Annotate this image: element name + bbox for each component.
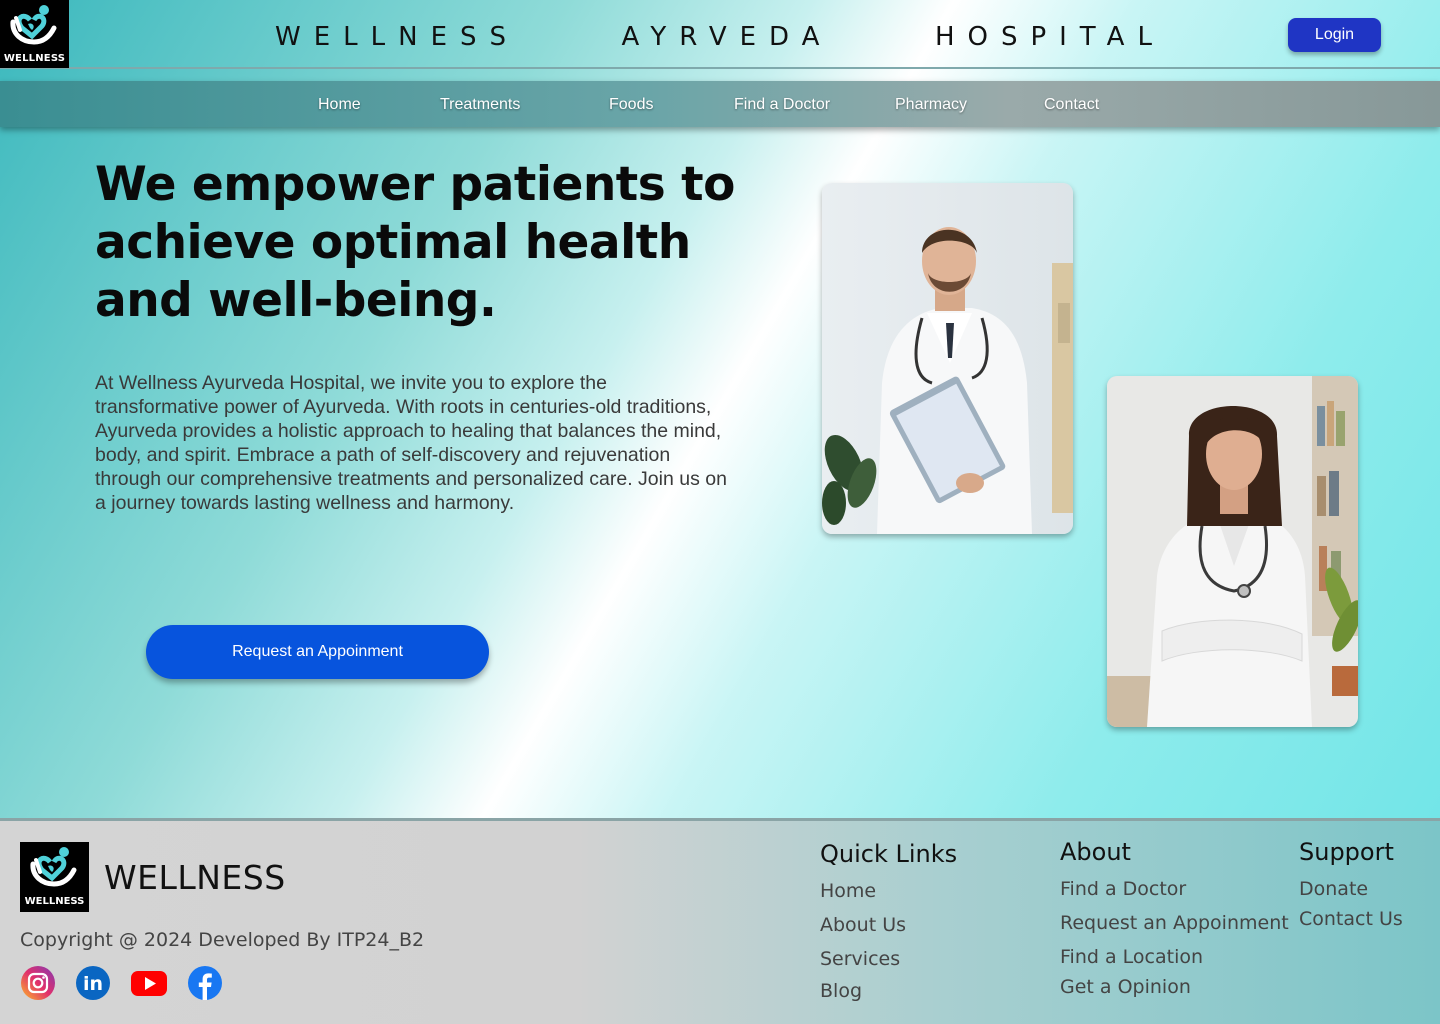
nav-item-pharmacy[interactable]: Pharmacy — [895, 96, 967, 114]
svg-text:in: in — [83, 973, 103, 995]
nav-item-foods[interactable]: Foods — [609, 96, 653, 114]
footer-link-find-a-location[interactable]: Find a Location — [1060, 946, 1203, 968]
male-doctor-photo — [822, 183, 1073, 534]
footer-link-services[interactable]: Services — [820, 948, 900, 970]
site-footer: WELLNESS WELLNESS Copyright @ 2024 Devel… — [0, 818, 1440, 1024]
footer-link-contact-us[interactable]: Contact Us — [1299, 908, 1403, 930]
site-header: WELLNESS WELLNESS AYRVEDA HOSPITAL Login — [0, 0, 1440, 69]
heart-hands-icon — [10, 5, 57, 45]
quick-links-heading: Quick Links — [820, 840, 958, 868]
nav-item-contact[interactable]: Contact — [1044, 96, 1099, 114]
footer-link-donate[interactable]: Donate — [1299, 878, 1368, 900]
female-doctor-photo — [1107, 376, 1358, 727]
instagram-icon[interactable] — [20, 965, 56, 1001]
about-heading: About — [1060, 838, 1131, 866]
heart-hands-icon — [30, 847, 77, 887]
youtube-icon[interactable] — [131, 965, 167, 1001]
footer-link-blog[interactable]: Blog — [820, 980, 862, 1002]
footer-link-find-a-doctor[interactable]: Find a Doctor — [1060, 878, 1186, 900]
wellness-logo[interactable]: WELLNESS — [0, 0, 69, 68]
nav-item-find-a-doctor[interactable]: Find a Doctor — [734, 96, 830, 114]
footer-brand: WELLNESS — [104, 858, 286, 897]
hero-description: At Wellness Ayurveda Hospital, we invite… — [95, 372, 727, 514]
footer-link-home[interactable]: Home — [820, 880, 876, 902]
footer-logo-text: WELLNESS — [24, 896, 85, 907]
support-heading: Support — [1299, 838, 1394, 866]
facebook-icon[interactable] — [187, 965, 223, 1001]
footer-logo[interactable]: WELLNESS — [20, 842, 89, 912]
linkedin-icon[interactable]: in — [75, 965, 111, 1001]
login-button[interactable]: Login — [1288, 18, 1381, 52]
nav-item-home[interactable]: Home — [318, 96, 361, 114]
request-appointment-button[interactable]: Request an Appoinment — [146, 625, 489, 679]
site-title: WELLNESS AYRVEDA HOSPITAL — [275, 22, 1165, 52]
nav-item-treatments[interactable]: Treatments — [440, 96, 520, 114]
copyright-text: Copyright @ 2024 Developed By ITP24_B2 — [20, 929, 425, 951]
footer-link-request-appointment[interactable]: Request an Appoinment — [1060, 912, 1289, 934]
main-nav: Home Treatments Foods Find a Doctor Phar… — [0, 81, 1440, 127]
logo-text: WELLNESS — [3, 53, 66, 64]
footer-link-about-us[interactable]: About Us — [820, 914, 906, 936]
hero-title: We empower patients to achieve optimal h… — [95, 157, 735, 328]
footer-link-get-a-opinion[interactable]: Get a Opinion — [1060, 976, 1191, 998]
